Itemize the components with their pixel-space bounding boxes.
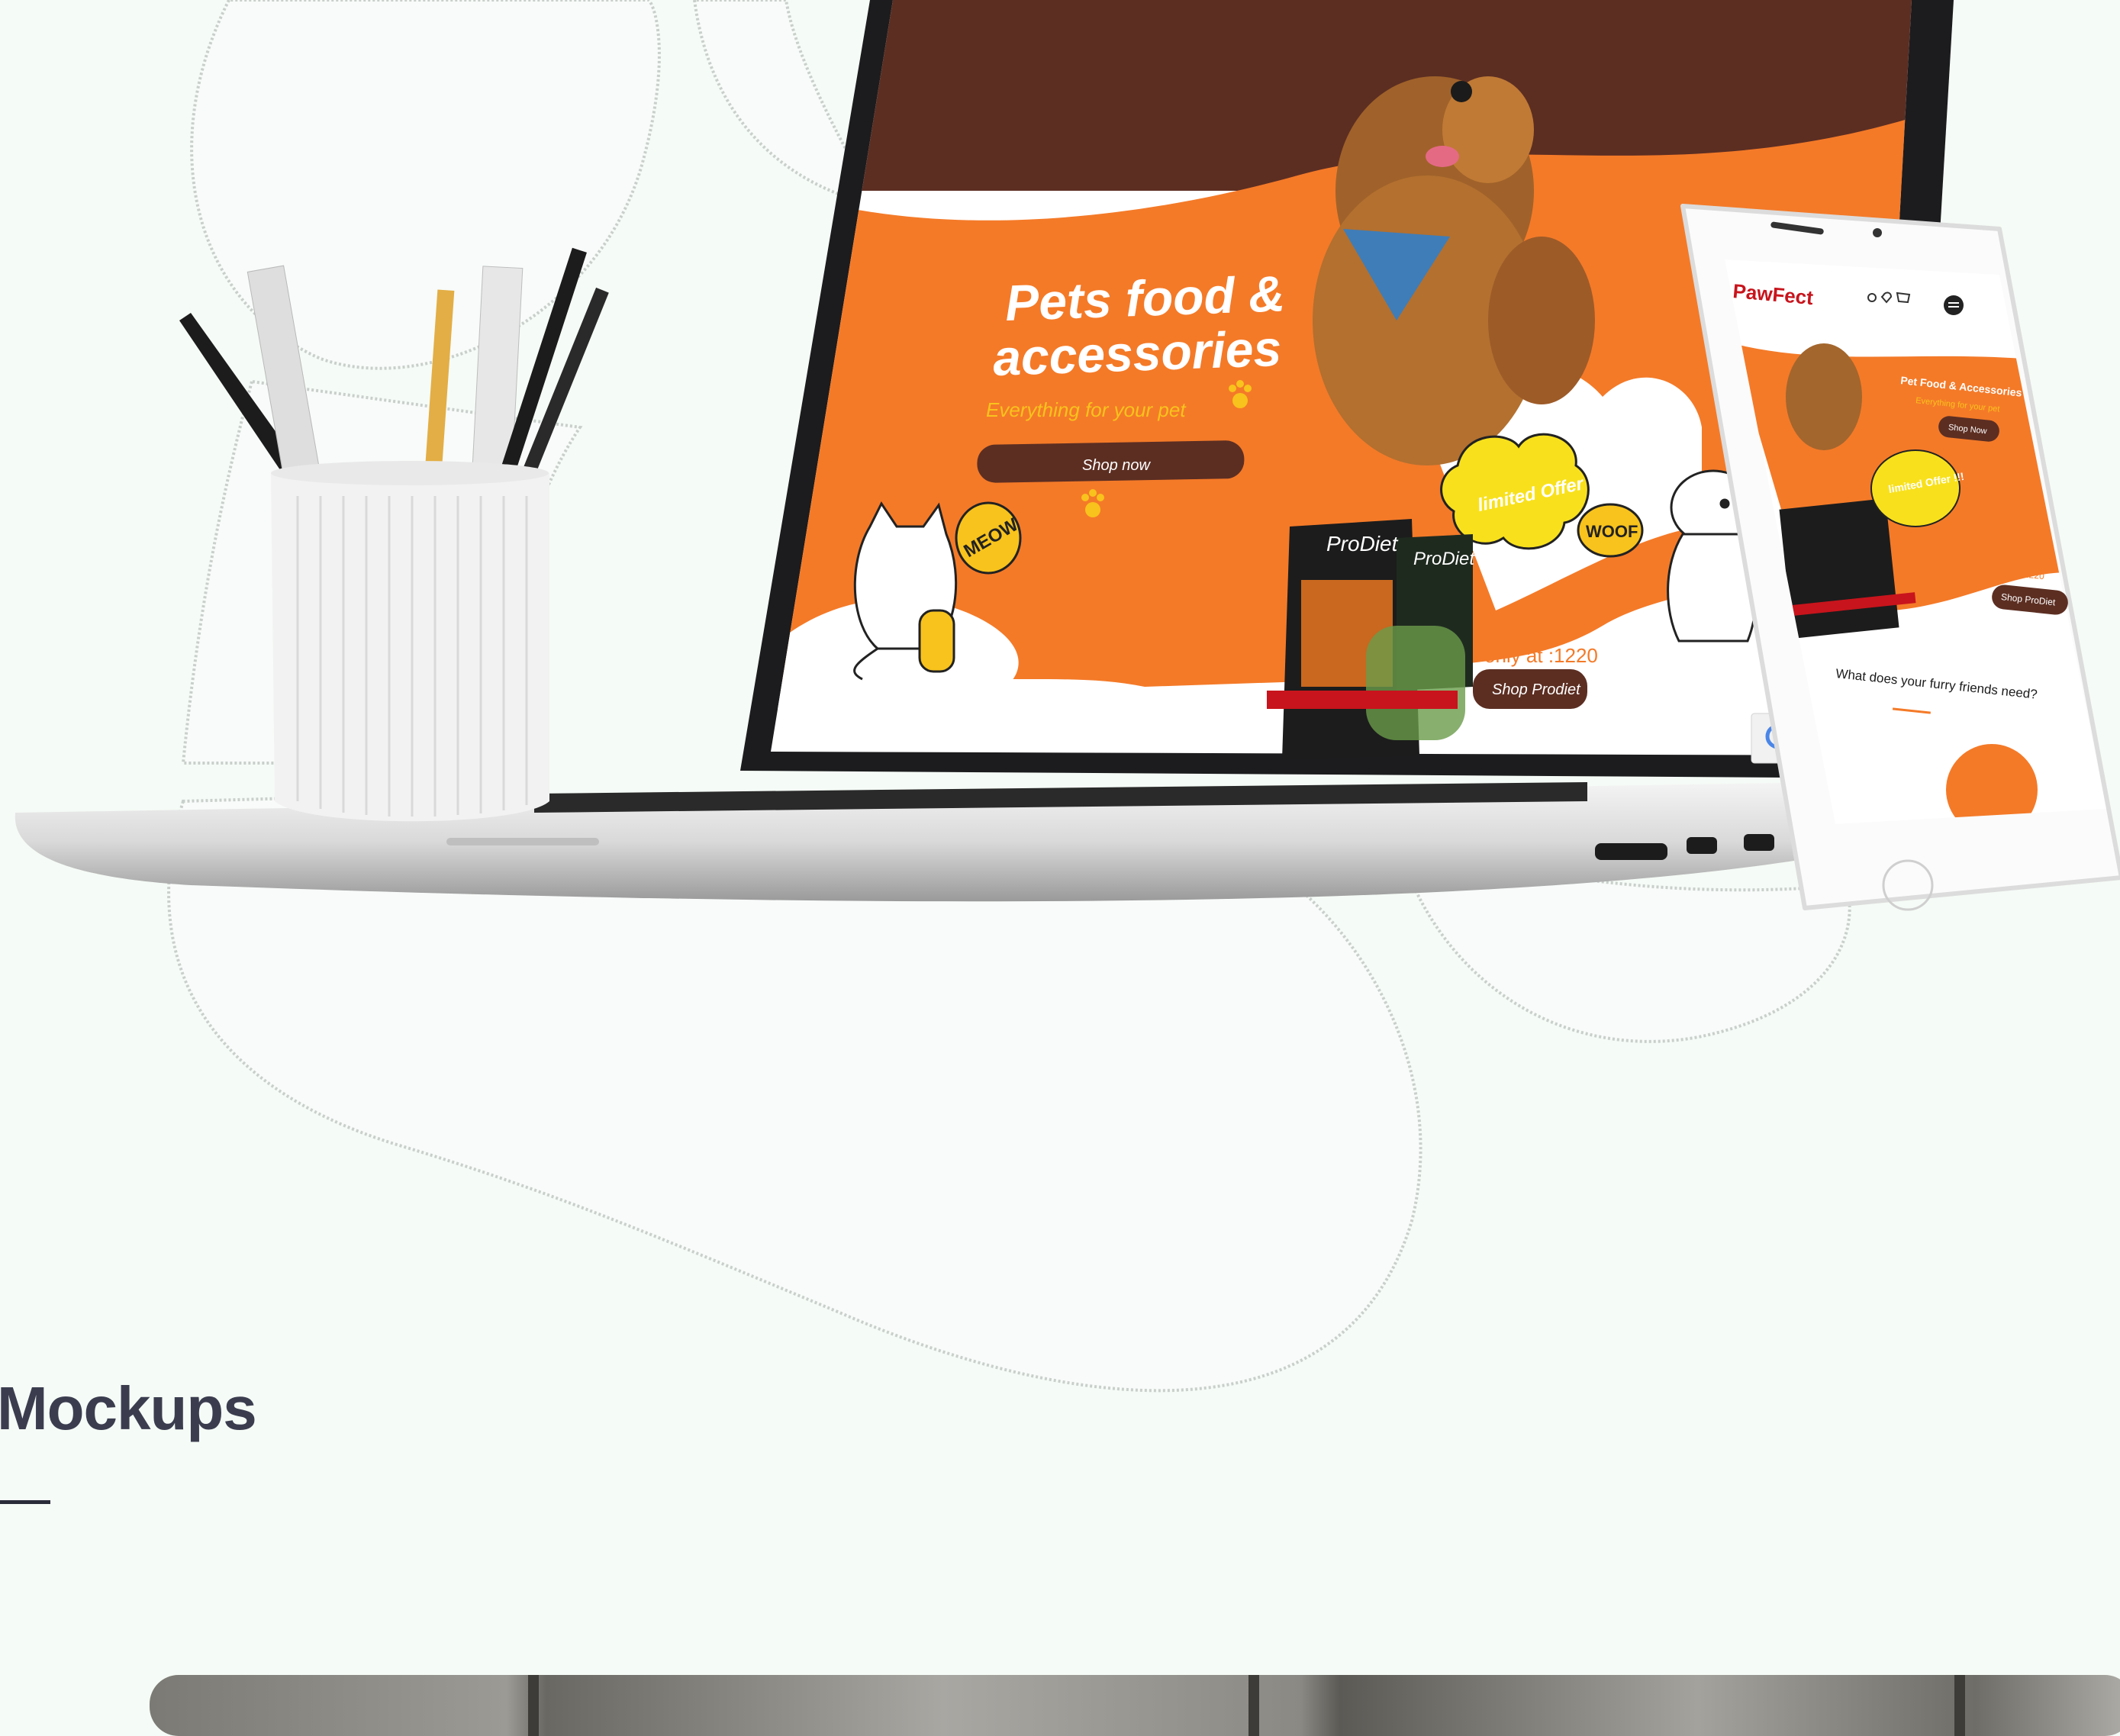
phone-mockup: PawFect Pet Food & Accessories Everythin…: [1680, 204, 2120, 911]
section-title: Mockups: [0, 1374, 257, 1442]
pencil-cup: [179, 247, 609, 822]
laptop-headline-line2: accessories: [992, 320, 1282, 386]
laptop-shop-prodiet-button[interactable]: Shop Prodiet: [1473, 669, 1587, 709]
woof-speech-bubble: WOOF: [1577, 503, 1644, 558]
meow-speech-bubble: MEOW: [955, 501, 1022, 575]
wood-photo-preview: [150, 1675, 2120, 1736]
laptop-shop-now-button[interactable]: Shop now: [977, 440, 1245, 483]
phone-menu-button[interactable]: [1944, 295, 1964, 315]
prodiet-brand-label-1: ProDiet: [1326, 532, 1399, 556]
laptop-shop-now-label: Shop now: [1082, 457, 1152, 474]
section-title-underline: [0, 1500, 50, 1504]
woof-speech-text: WOOF: [1586, 522, 1638, 541]
prodiet-brand-label-2: ProDiet: [1413, 549, 1475, 569]
laptop-shop-prodiet-label: Shop Prodiet: [1492, 681, 1581, 698]
prodiet-product-packs: ProDiet ProDiet: [1267, 519, 1475, 759]
laptop-price-text: only at :1220: [1484, 644, 1598, 667]
laptop-tagline: Everything for your pet: [986, 398, 1187, 421]
